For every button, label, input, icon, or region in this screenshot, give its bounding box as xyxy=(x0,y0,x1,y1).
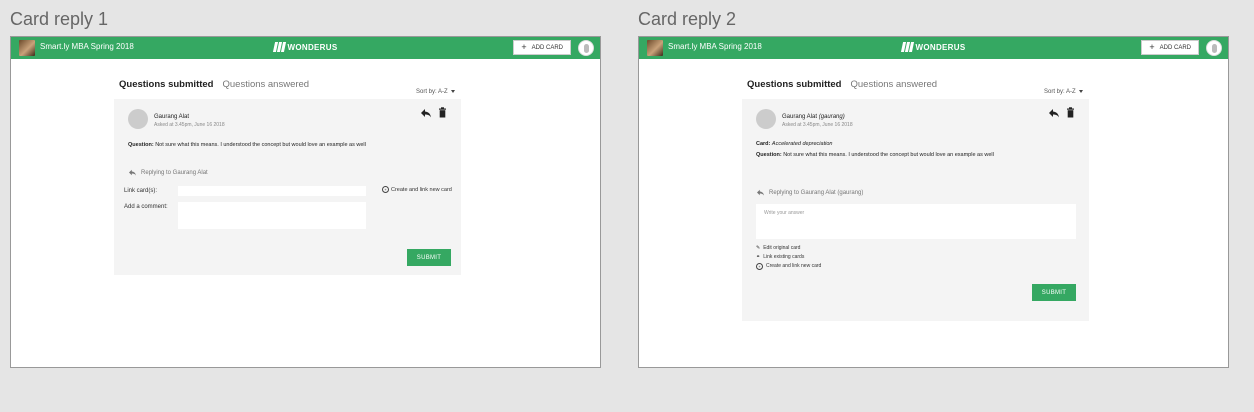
author-name: Gaurang Alat (gaurang) xyxy=(782,114,845,120)
replying-to: Replying to Gaurang Alat (gaurang) xyxy=(756,189,863,196)
card-label: Card: xyxy=(756,141,771,147)
tab-questions-submitted[interactable]: Questions submitted xyxy=(747,79,841,90)
frame-card-reply-2: Smart.ly MBA Spring 2018 WONDERUS + ADD … xyxy=(638,36,1229,368)
sort-dropdown[interactable]: Sort by: A-Z xyxy=(1044,89,1083,95)
link-existing-cards-option[interactable]: ⚭ Link existing cards xyxy=(756,253,821,262)
link-cards-label: Link card(s): xyxy=(124,188,158,194)
edit-original-card-option[interactable]: ✎ Edit original card xyxy=(756,244,821,253)
option-label: Link existing cards xyxy=(763,254,805,260)
caret-down-icon xyxy=(1078,89,1083,93)
brand-logo: WONDERUS xyxy=(900,42,966,52)
link-icon: ⚭ xyxy=(756,254,761,260)
submit-button[interactable]: SUBMIT xyxy=(1032,284,1076,301)
reply-icon[interactable] xyxy=(420,108,432,118)
user-avatar[interactable] xyxy=(1206,40,1222,56)
circle-plus-icon: + xyxy=(382,186,389,193)
question-card: Gaurang Alat (gaurang) Asked at 3.45pm, … xyxy=(742,99,1089,321)
author-handle: (gaurang) xyxy=(818,114,845,120)
panel-title-1: Card reply 1 xyxy=(10,9,109,29)
submit-button[interactable]: SUBMIT xyxy=(407,249,451,266)
sort-dropdown[interactable]: Sort by: A-Z xyxy=(416,89,455,95)
plus-icon: + xyxy=(521,42,527,52)
author-avatar xyxy=(756,109,776,129)
brand-logo: WONDERUS xyxy=(272,42,338,52)
app-name[interactable]: Smart.ly MBA Spring 2018 xyxy=(40,42,134,51)
comment-label: Add a comment: xyxy=(124,204,168,210)
trash-icon[interactable] xyxy=(438,107,447,118)
tabs: Questions submitted Questions answered xyxy=(747,79,937,90)
reply-options: ✎ Edit original card ⚭ Link existing cards… xyxy=(756,244,821,271)
app-name[interactable]: Smart.ly MBA Spring 2018 xyxy=(668,42,762,51)
question-text: Question: Not sure what this means. I un… xyxy=(756,152,1001,159)
question-label: Question: xyxy=(756,152,782,158)
add-card-button[interactable]: + ADD CARD xyxy=(1141,40,1199,55)
top-bar: Smart.ly MBA Spring 2018 WONDERUS + ADD … xyxy=(11,37,600,59)
replying-to-text: Replying to Gaurang Alat xyxy=(141,169,208,176)
brand-name: WONDERUS xyxy=(287,42,338,52)
add-card-button[interactable]: + ADD CARD xyxy=(513,40,571,55)
sort-label: Sort by: A-Z xyxy=(1044,89,1076,95)
link-cards-input[interactable] xyxy=(178,186,366,196)
answer-textarea[interactable]: Write your answer xyxy=(756,204,1076,239)
caret-down-icon xyxy=(450,89,455,93)
question-body: Not sure what this means. I understood t… xyxy=(155,142,366,148)
author-avatar xyxy=(128,109,148,129)
tab-questions-answered[interactable]: Questions answered xyxy=(222,79,309,90)
option-label: Create and link new card xyxy=(766,263,822,269)
sort-label: Sort by: A-Z xyxy=(416,89,448,95)
add-card-label: ADD CARD xyxy=(531,44,563,51)
author-name: Gaurang Alat xyxy=(154,114,190,120)
reply-arrow-icon xyxy=(129,169,136,176)
course-thumbnail[interactable] xyxy=(647,40,663,56)
asked-timestamp: Asked at 3.45pm, June 16 2018 xyxy=(154,122,225,128)
question-card: Gaurang Alat Asked at 3.45pm, June 16 20… xyxy=(114,99,461,275)
create-and-link-new-card-option[interactable]: + Create and link new card xyxy=(756,262,821,271)
card-name[interactable]: Accelerated depreciation xyxy=(772,141,833,147)
pencil-icon: ✎ xyxy=(756,245,761,251)
create-and-link-new-card-link[interactable]: + Create and link new card xyxy=(382,186,452,193)
question-label: Question: xyxy=(128,142,154,148)
panel-title-2: Card reply 2 xyxy=(638,9,737,29)
reply-arrow-icon xyxy=(757,189,764,196)
frame-card-reply-1: Smart.ly MBA Spring 2018 WONDERUS + ADD … xyxy=(10,36,601,368)
add-card-label: ADD CARD xyxy=(1159,44,1191,51)
card-reference: Card: Accelerated depreciation xyxy=(756,141,1001,148)
course-thumbnail[interactable] xyxy=(19,40,35,56)
wonderus-logo-icon xyxy=(272,42,286,52)
tabs: Questions submitted Questions answered xyxy=(119,79,309,90)
user-avatar[interactable] xyxy=(578,40,594,56)
option-label: Edit original card xyxy=(763,245,801,251)
question-text: Question: Not sure what this means. I un… xyxy=(128,142,373,149)
replying-to: Replying to Gaurang Alat xyxy=(128,169,208,176)
author-full-name: Gaurang Alat xyxy=(782,114,818,120)
tab-questions-submitted[interactable]: Questions submitted xyxy=(119,79,213,90)
replying-to-text: Replying to Gaurang Alat (gaurang) xyxy=(769,189,864,196)
plus-icon: + xyxy=(1149,42,1155,52)
tab-questions-answered[interactable]: Questions answered xyxy=(850,79,937,90)
brand-name: WONDERUS xyxy=(915,42,966,52)
wonderus-logo-icon xyxy=(900,42,914,52)
comment-textarea[interactable] xyxy=(178,202,366,229)
reply-icon[interactable] xyxy=(1048,108,1060,118)
question-body: Not sure what this means. I understood t… xyxy=(783,152,994,158)
create-link-label: Create and link new card xyxy=(391,186,452,193)
asked-timestamp: Asked at 3.45pm, June 16 2018 xyxy=(782,122,853,128)
circle-plus-icon: + xyxy=(756,263,763,270)
top-bar: Smart.ly MBA Spring 2018 WONDERUS + ADD … xyxy=(639,37,1228,59)
trash-icon[interactable] xyxy=(1066,107,1075,118)
